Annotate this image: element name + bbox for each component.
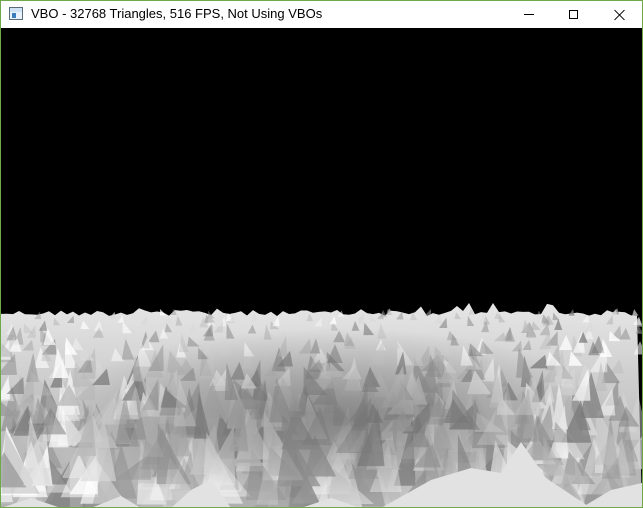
close-button[interactable] <box>597 1 642 28</box>
maximize-button[interactable] <box>551 1 596 28</box>
render-viewport[interactable] <box>1 28 642 507</box>
close-icon <box>614 9 626 21</box>
title-bar[interactable]: VBO - 32768 Triangles, 516 FPS, Not Usin… <box>1 1 642 28</box>
window-title: VBO - 32768 Triangles, 516 FPS, Not Usin… <box>31 6 323 21</box>
terrain-render <box>1 28 642 507</box>
maximize-icon <box>569 10 578 19</box>
app-window-icon[interactable] <box>9 7 23 20</box>
minimize-icon <box>523 14 534 15</box>
app-window: VBO - 32768 Triangles, 516 FPS, Not Usin… <box>0 0 643 508</box>
minimize-button[interactable] <box>506 1 551 28</box>
